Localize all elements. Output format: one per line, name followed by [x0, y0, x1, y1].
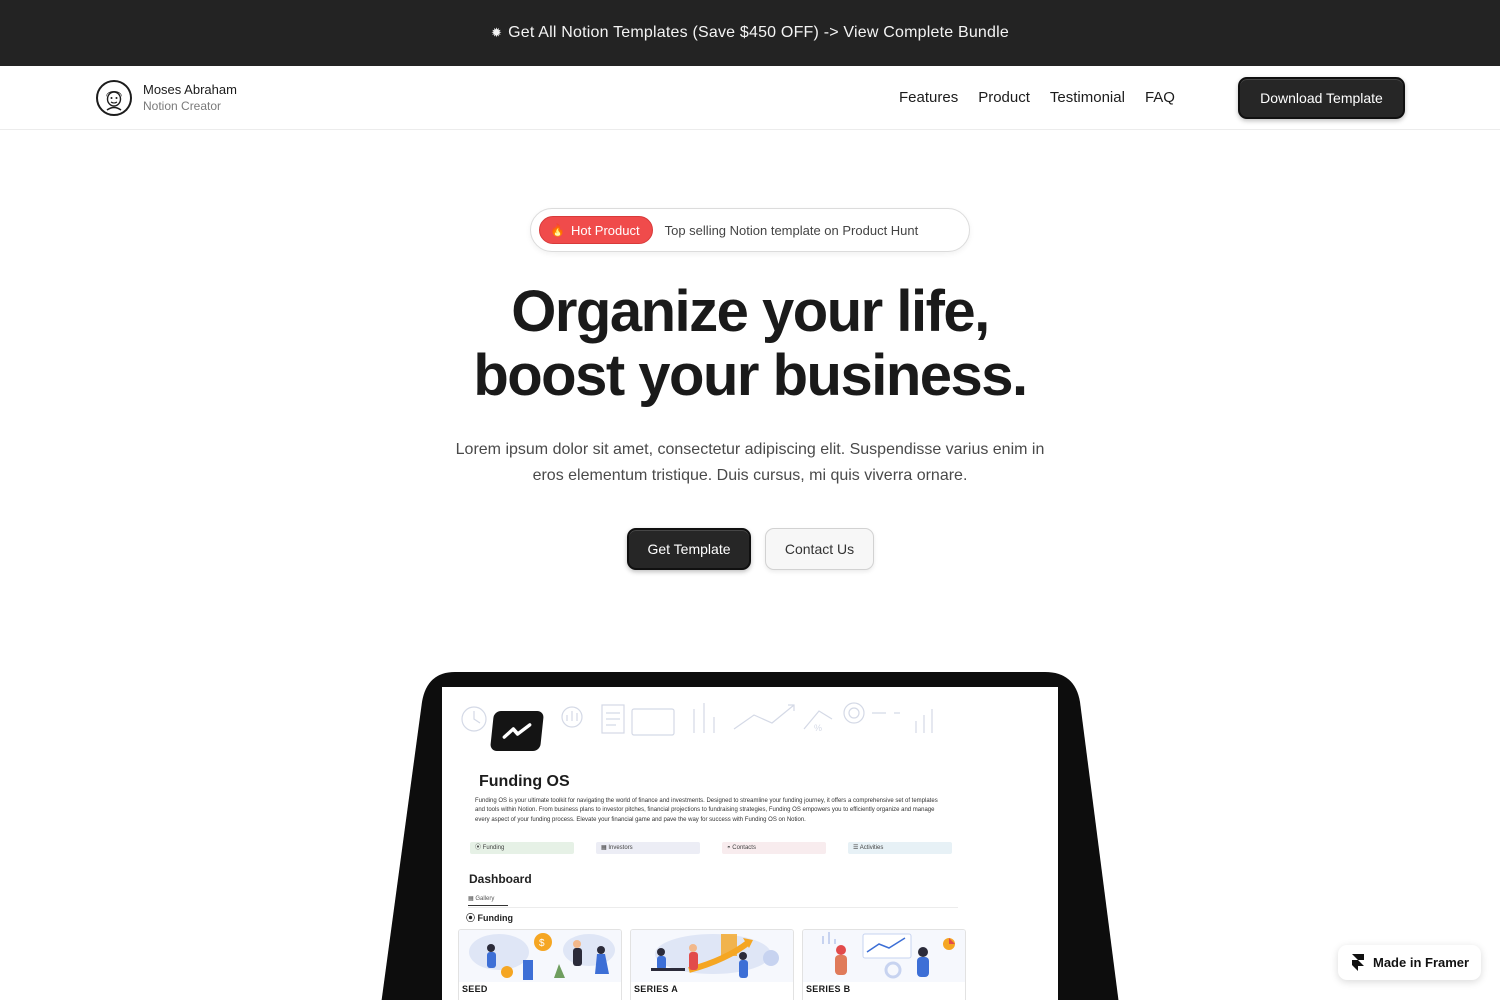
card-series-a[interactable]: SERIES A [630, 929, 794, 1000]
hero-title-line-2: boost your business. [473, 343, 1028, 408]
notion-page-preview: % Funding OS Funding OS is your ultimate… [442, 687, 1058, 1000]
card-series-b-title: SERIES B [806, 984, 851, 994]
hero-title-line-1: Organize your life, [511, 279, 990, 344]
contact-us-button[interactable]: Contact Us [765, 528, 874, 570]
chip-funding-label: Funding [482, 845, 505, 851]
brand[interactable]: Moses Abraham Notion Creator [96, 80, 237, 116]
brand-name: Moses Abraham [143, 82, 237, 97]
chip-funding[interactable]: ⦿ Funding [470, 842, 574, 854]
card-series-a-title: SERIES A [634, 984, 679, 994]
svg-text:$: $ [539, 938, 545, 949]
svg-text:%: % [814, 723, 822, 733]
hero-description: Lorem ipsum dolor sit amet, consectetur … [455, 441, 1045, 484]
chip-contacts[interactable]: ◓ Contacts [722, 842, 826, 854]
card-seed[interactable]: $ SEED [458, 929, 622, 1000]
dashboard-heading: Dashboard [469, 872, 532, 886]
gallery-tab-label: Gallery [475, 896, 495, 902]
preview-description: Funding OS is your ultimate toolkit for … [475, 798, 938, 823]
seed-illustration: $ [459, 930, 621, 982]
top-nav: Moses Abraham Notion Creator Features Pr… [0, 66, 1500, 130]
card-series-b[interactable]: SERIES B [802, 929, 966, 1000]
funding-section-label: Funding [477, 913, 514, 923]
announcement-bar[interactable]: ✹ Get All Notion Templates (Save $450 OF… [0, 0, 1500, 66]
card-seed-title: SEED [462, 984, 488, 994]
download-template-button[interactable]: Download Template [1238, 77, 1405, 119]
activities-icon: ☰ [853, 845, 860, 851]
nav-links: Features Product Testimonial FAQ [899, 89, 1175, 106]
chip-activities[interactable]: ☰ Activities [848, 842, 952, 854]
tablet-preview: % Funding OS Funding OS is your ultimate… [380, 672, 1120, 1000]
preview-title: Funding OS [479, 773, 570, 790]
sparkle-icon: ✹ [491, 25, 503, 40]
hero-title: Organize your life, boost your business. [0, 280, 1500, 408]
chip-contacts-label: Contacts [732, 845, 756, 851]
avatar [96, 80, 132, 116]
fire-icon: 🔥 [550, 223, 565, 237]
made-in-framer-badge[interactable]: Made in Framer [1338, 945, 1481, 980]
funding-section-heading: ⦿ Funding [466, 911, 513, 924]
nav-link-faq[interactable]: FAQ [1145, 89, 1175, 106]
tab-divider [468, 907, 958, 908]
brand-role: Notion Creator [143, 99, 222, 113]
framer-logo-icon [1352, 954, 1364, 971]
gallery-tab[interactable]: ▦ Gallery [468, 895, 508, 906]
series-b-illustration [803, 930, 965, 982]
hot-product-badge: 🔥 Hot Product [539, 216, 653, 244]
funding-section-icon: ⦿ [466, 913, 478, 923]
nav-link-product[interactable]: Product [978, 89, 1030, 106]
chip-investors[interactable]: ▦ Investors [596, 842, 700, 854]
chip-investors-label: Investors [608, 845, 633, 851]
announcement-text[interactable]: Get All Notion Templates (Save $450 OFF)… [508, 24, 1009, 42]
hot-product-text: Top selling Notion template on Product H… [664, 222, 919, 238]
nav-link-features[interactable]: Features [899, 89, 958, 106]
preview-chips: ⦿ Funding ▦ Investors ◓ Contacts ☰ Activ… [470, 842, 952, 854]
funding-os-logo [489, 711, 545, 751]
funding-icon: ⦿ [475, 845, 483, 851]
hot-product-label: Hot Product [570, 222, 640, 238]
chip-activities-label: Activities [859, 845, 884, 851]
nav-link-testimonial[interactable]: Testimonial [1050, 89, 1125, 106]
made-in-framer-label: Made in Framer [1373, 955, 1470, 970]
get-template-button[interactable]: Get Template [627, 528, 751, 570]
funding-cards: $ SEED SERIES A SERIES B [458, 929, 966, 1000]
series-a-illustration [631, 930, 793, 982]
hot-product-banner[interactable]: 🔥 Hot Product Top selling Notion templat… [530, 208, 970, 252]
